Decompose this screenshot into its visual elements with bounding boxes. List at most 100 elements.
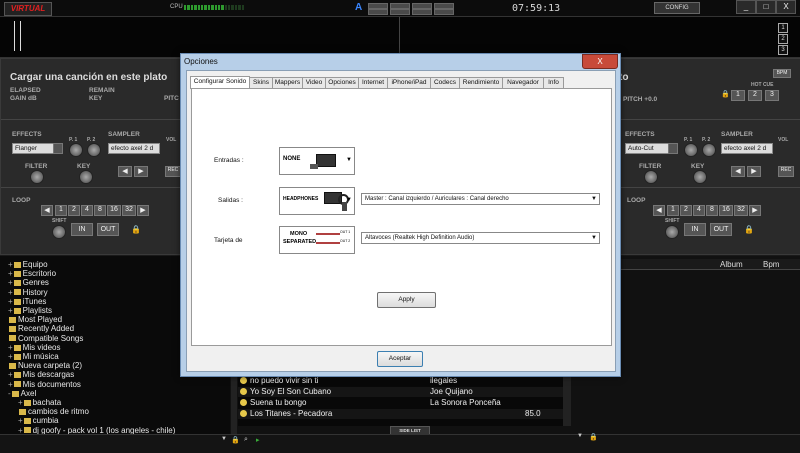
tab-navegador[interactable]: Navegador xyxy=(502,77,544,88)
lock-icon[interactable]: 🔒 xyxy=(131,225,141,234)
bpm-column[interactable]: Bpm xyxy=(763,260,779,269)
track-row[interactable]: no puedo vivir sin ti ilegales xyxy=(238,376,571,386)
deck-number-2[interactable]: 2 xyxy=(778,34,788,44)
layout-button-2[interactable] xyxy=(368,9,388,15)
salidas-device-select[interactable]: HEADPHONES ▼ xyxy=(279,187,355,215)
tab-rendimiento[interactable]: Rendimiento xyxy=(459,77,503,88)
tab-opciones[interactable]: Opciones xyxy=(325,77,359,88)
track-row[interactable]: Yo Soy El Son Cubano Joe Quijano xyxy=(238,387,571,397)
tree-item[interactable]: - Axel xyxy=(8,389,36,398)
scroll-down-icon[interactable]: ▼ xyxy=(577,433,583,439)
loop-8[interactable]: 8 xyxy=(706,205,718,216)
effect-toggle[interactable] xyxy=(53,143,63,154)
tab-info[interactable]: Info xyxy=(543,77,564,88)
lock-icon[interactable]: 🔒 xyxy=(589,433,598,441)
sampler-next-button[interactable]: ▶ xyxy=(134,166,148,177)
entradas-select[interactable]: NONE ▼ xyxy=(279,147,355,175)
layout-button-4[interactable] xyxy=(390,9,410,15)
close-app-button[interactable]: X xyxy=(776,0,796,14)
tree-item[interactable]: + Mis descargas xyxy=(8,370,74,379)
tree-expander-icon[interactable]: + xyxy=(8,288,13,297)
track-row[interactable]: Los Titanes - Pecadora 85.0 xyxy=(238,409,571,419)
config-button[interactable]: CONFIG xyxy=(654,2,700,14)
hot-cue-1[interactable]: 1 xyxy=(731,90,745,101)
loop-prev-button[interactable]: ◀ xyxy=(41,205,53,216)
p1-knob[interactable] xyxy=(684,143,698,157)
tree-item[interactable]: + Mis documentos xyxy=(8,380,81,389)
maximize-button[interactable]: □ xyxy=(756,0,776,14)
tree-expander-icon[interactable]: + xyxy=(8,370,13,379)
loop-4[interactable]: 4 xyxy=(81,205,93,216)
tree-expander-icon[interactable]: + xyxy=(8,352,13,361)
apply-button[interactable]: Apply xyxy=(377,292,436,308)
loop-out-button[interactable]: OUT xyxy=(710,223,732,236)
tree-expander-icon[interactable]: - xyxy=(8,389,11,398)
loop-next-button[interactable]: ▶ xyxy=(749,205,761,216)
rec-button[interactable]: REC xyxy=(778,166,794,177)
waveform-area[interactable]: 1 2 3 xyxy=(0,17,800,58)
loop-2[interactable]: 2 xyxy=(68,205,80,216)
tree-item[interactable]: + Mis videos xyxy=(8,343,60,352)
tree-item[interactable]: + cumbia xyxy=(18,416,58,425)
tree-item[interactable]: + History xyxy=(8,288,48,297)
loop-32[interactable]: 32 xyxy=(734,205,748,216)
track-row[interactable]: Suena tu bongo La Sonora Ponceña xyxy=(238,398,571,408)
tree-item[interactable]: cambios de ritmo xyxy=(18,407,89,416)
sampler-prev-button[interactable]: ◀ xyxy=(731,166,745,177)
shift-knob[interactable] xyxy=(665,225,679,239)
tree-item[interactable]: + Mi música xyxy=(8,352,59,361)
tree-item[interactable]: + bachata xyxy=(18,398,61,407)
tarjeta-device-select[interactable]: MONO SEPARATED OUT 1 OUT 2 xyxy=(279,226,355,254)
lock-icon[interactable]: 🔒 xyxy=(744,225,754,234)
accept-button[interactable]: Aceptar xyxy=(377,351,423,367)
layout-button-6[interactable] xyxy=(412,9,432,15)
dialog-close-button[interactable]: X xyxy=(582,54,618,69)
tree-expander-icon[interactable]: + xyxy=(8,380,13,389)
p1-knob[interactable] xyxy=(69,143,83,157)
tree-item[interactable]: + Equipo xyxy=(8,260,48,269)
album-column[interactable]: Album xyxy=(720,260,743,269)
tree-expander-icon[interactable]: + xyxy=(18,416,23,425)
scroll-down-icon[interactable]: ▼ xyxy=(221,436,227,442)
p2-knob[interactable] xyxy=(702,143,716,157)
loop-in-button[interactable]: IN xyxy=(71,223,93,236)
loop-1[interactable]: 1 xyxy=(667,205,679,216)
sampler-prev-button[interactable]: ◀ xyxy=(118,166,132,177)
tree-expander-icon[interactable]: + xyxy=(8,297,13,306)
loop-1[interactable]: 1 xyxy=(55,205,67,216)
loop-16[interactable]: 16 xyxy=(107,205,121,216)
mode-letter[interactable]: A xyxy=(355,2,362,13)
loop-16[interactable]: 16 xyxy=(719,205,733,216)
tree-item[interactable]: Nueva carpeta (2) xyxy=(8,361,82,370)
filter-knob[interactable] xyxy=(30,170,44,184)
loop-2[interactable]: 2 xyxy=(680,205,692,216)
shift-knob[interactable] xyxy=(52,225,66,239)
tab-mappers[interactable]: Mappers xyxy=(272,77,303,88)
minimize-button[interactable]: _ xyxy=(736,0,756,14)
tab-skins[interactable]: Skins xyxy=(249,77,273,88)
tree-item[interactable]: + iTunes xyxy=(8,297,46,306)
effect-toggle[interactable] xyxy=(668,143,678,154)
tab-iphone-ipad[interactable]: iPhone/iPad xyxy=(387,77,431,88)
loop-prev-button[interactable]: ◀ xyxy=(653,205,665,216)
tab-video[interactable]: Video xyxy=(302,77,326,88)
loop-in-button[interactable]: IN xyxy=(684,223,706,236)
lock-icon[interactable]: 🔒 xyxy=(721,90,730,98)
tree-expander-icon[interactable]: + xyxy=(8,269,13,278)
loop-out-button[interactable]: OUT xyxy=(97,223,119,236)
tab-internet[interactable]: Internet xyxy=(358,77,388,88)
tree-expander-icon[interactable]: + xyxy=(8,260,13,269)
tree-item[interactable]: Recently Added xyxy=(8,324,74,333)
tree-expander-icon[interactable]: + xyxy=(8,343,13,352)
tree-expander-icon[interactable]: + xyxy=(8,306,13,315)
effect-select[interactable]: Flanger xyxy=(12,143,56,154)
track-scrollbar[interactable] xyxy=(563,376,571,426)
layout-button-8[interactable] xyxy=(434,9,454,15)
play-icon[interactable]: ▸ xyxy=(256,436,260,444)
tree-item[interactable]: + Escritorio xyxy=(8,269,56,278)
tree-item[interactable]: + Genres xyxy=(8,278,49,287)
sampler-next-button[interactable]: ▶ xyxy=(747,166,761,177)
tab-codecs[interactable]: Codecs xyxy=(430,77,460,88)
hot-cue-2[interactable]: 2 xyxy=(748,90,762,101)
tree-expander-icon[interactable]: + xyxy=(18,398,23,407)
